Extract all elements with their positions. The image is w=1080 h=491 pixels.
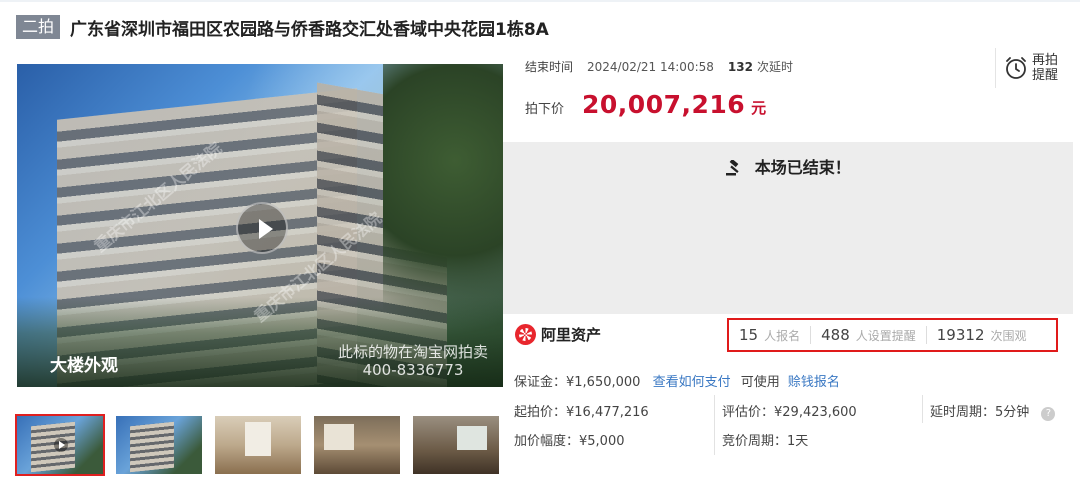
photo-notice-text: 此标的物在淘宝网拍卖 <box>337 343 488 361</box>
stat-reminders-num: 488 <box>821 326 850 344</box>
stat-reminders-label: 人设置提醒 <box>855 329 916 343</box>
thumbnail-strip <box>15 414 512 476</box>
bid-increment: 加价幅度：¥5,000 <box>514 434 625 449</box>
start-price: 起拍价：¥16,477,216 <box>514 405 649 420</box>
reauction-remind-button[interactable]: 再拍提醒 <box>995 48 1060 88</box>
delay-count: 132 <box>727 60 753 74</box>
photo-notice-phone: 400-8336773 <box>362 361 464 379</box>
delay-period-cell: 延时周期：5分钟 ? <box>930 401 1056 421</box>
deposit-row: 保证金：¥1,650,000 查看如何支付 可使用 赊钱报名 <box>514 371 840 390</box>
photo-notice: 此标的物在淘宝网拍卖 400-8336773 <box>338 343 488 379</box>
stats-row: 阿里资产 15 人报名 488 人设置提醒 19312 次围观 <box>503 314 1073 356</box>
ali-assets-logo: 阿里资产 <box>515 324 601 345</box>
end-time-label: 结束时间 <box>525 60 574 74</box>
thumbnail-interior[interactable] <box>215 416 301 474</box>
main-photo[interactable]: 重庆市江北区人民法院 重庆市江北区人民法院 大楼外观 此标的物在淘宝网拍卖 40… <box>17 64 503 387</box>
end-time-row: 结束时间 2024/02/21 14:00:58 132 次延时 <box>525 58 793 75</box>
auction-ended-panel: 本场已结束！ <box>503 142 1073 314</box>
final-price-row: 拍下价 20,007,216 元 <box>525 90 766 119</box>
how-to-pay-link[interactable]: 查看如何支付 <box>653 375 731 390</box>
auction-ended-message: 本场已结束！ <box>503 154 1073 178</box>
round-tag: 二拍 <box>16 15 61 39</box>
stat-views-label: 次围观 <box>990 329 1027 343</box>
stats-highlight-box: 15 人报名 488 人设置提醒 19312 次围观 <box>727 318 1058 352</box>
ali-assets-icon <box>515 324 536 345</box>
appraisal-price: 评估价：¥29,423,600 <box>722 405 857 420</box>
final-price-value: 20,007,216 <box>582 90 746 119</box>
reauction-remind-label: 再拍提醒 <box>1032 53 1059 83</box>
credit-signup-link[interactable]: 赊钱报名 <box>788 375 840 390</box>
title-bar: 二拍 广东省深圳市福田区农园路与侨香路交汇处香域中央花园1栋8A <box>16 12 549 42</box>
top-border <box>0 0 1080 2</box>
stat-signups-num: 15 <box>739 326 759 344</box>
alarm-clock-icon <box>1006 57 1026 79</box>
auction-info-panel: 结束时间 2024/02/21 14:00:58 132 次延时 拍下价 20,… <box>503 42 1073 142</box>
thumbnail-interior[interactable] <box>413 416 499 474</box>
help-icon[interactable]: ? <box>1041 407 1056 421</box>
stat-views-num: 19312 <box>936 326 985 344</box>
stat-signups: 15 人报名 <box>729 326 812 344</box>
column-divider <box>922 395 923 423</box>
end-time-value: 2024/02/21 14:00:58 <box>587 60 714 74</box>
page-title: 广东省深圳市福田区农园路与侨香路交汇处香域中央花园1栋8A <box>70 19 549 40</box>
photo-caption: 大楼外观 <box>50 356 118 376</box>
thumb-play-icon <box>54 438 68 452</box>
thumbnail-exterior[interactable] <box>116 416 202 474</box>
can-use-label: 可使用 <box>740 375 780 390</box>
stat-views: 19312 次围观 <box>927 326 1037 344</box>
thumbnail-interior[interactable] <box>314 416 400 474</box>
column-divider <box>714 395 715 455</box>
play-video-icon[interactable] <box>236 202 288 254</box>
final-price-label: 拍下价 <box>525 102 565 117</box>
final-price-unit: 元 <box>751 99 767 117</box>
delay-period: 延时周期：5分钟 <box>930 405 1030 420</box>
stat-signups-label: 人报名 <box>764 329 801 343</box>
stat-reminders: 488 人设置提醒 <box>811 326 927 344</box>
thumbnail-video[interactable] <box>15 414 105 476</box>
gavel-icon <box>726 160 739 176</box>
delay-unit: 次延时 <box>756 60 793 74</box>
bid-period: 竞价周期：1天 <box>722 434 809 449</box>
auction-ended-text: 本场已结束！ <box>754 158 851 177</box>
deposit-value: 保证金：¥1,650,000 <box>514 375 641 390</box>
ali-assets-brand: 阿里资产 <box>541 326 602 344</box>
